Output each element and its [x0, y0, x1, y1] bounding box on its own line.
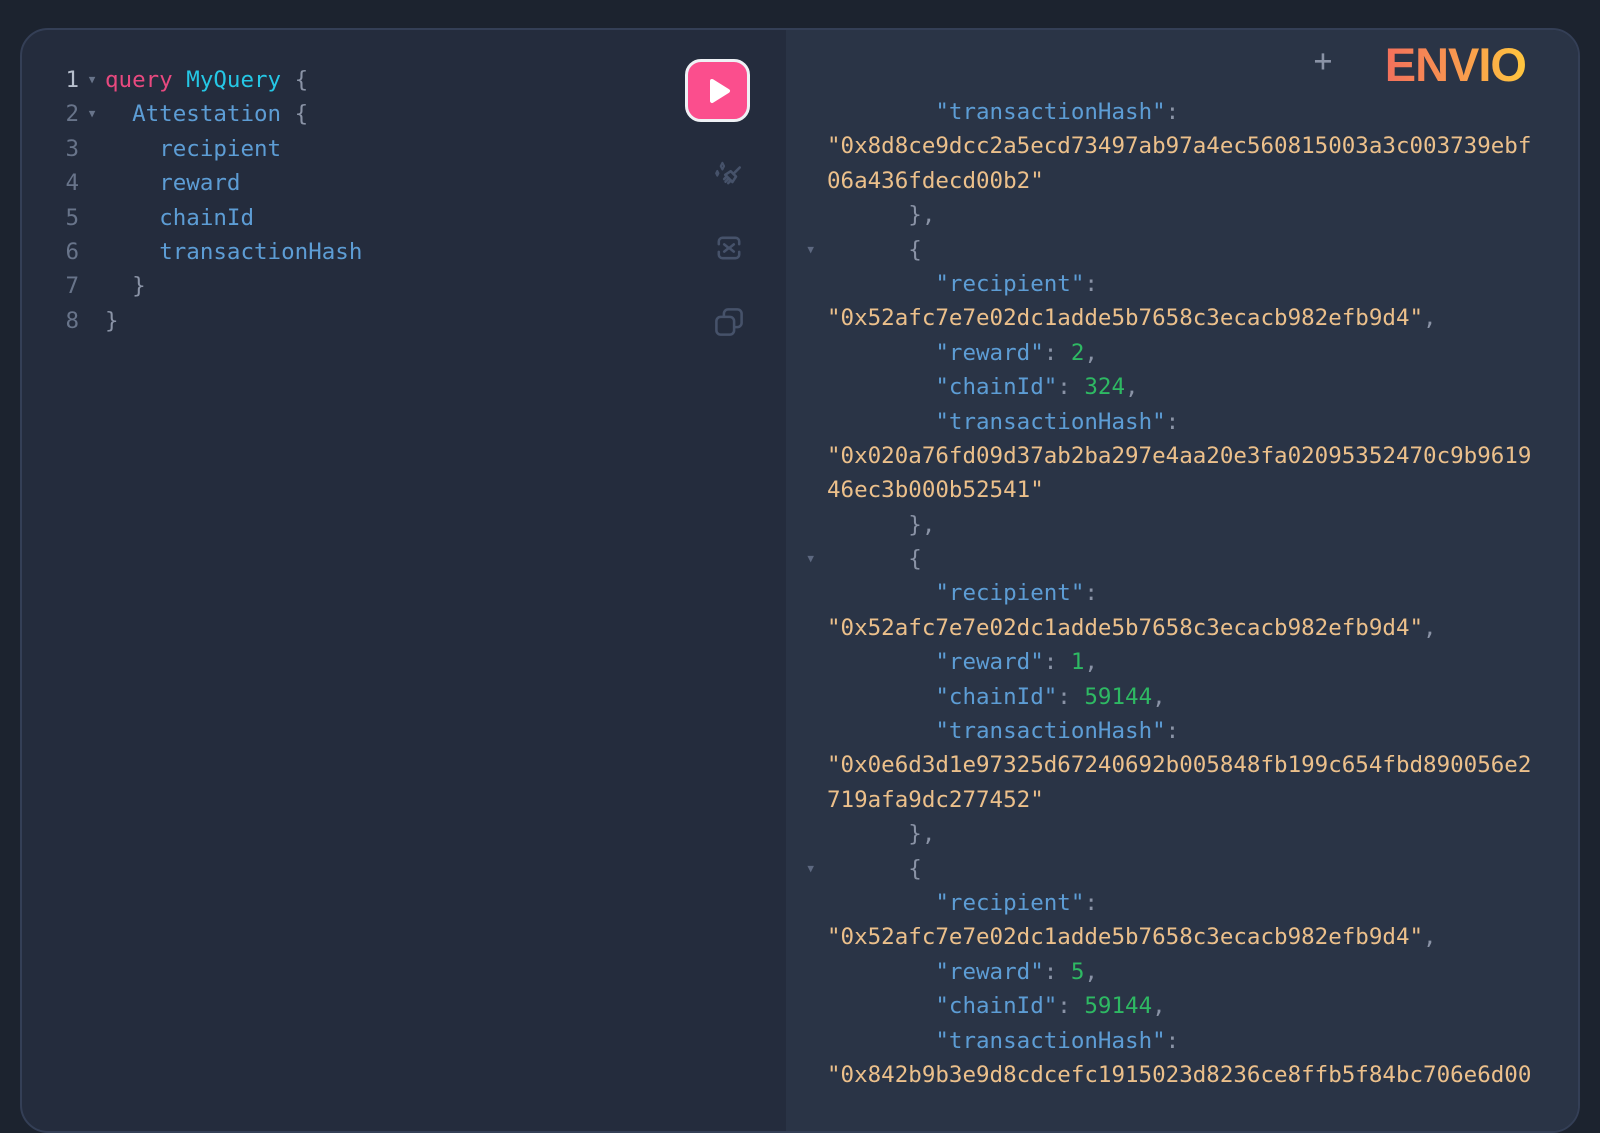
fold-caret-placeholder	[786, 1058, 827, 1092]
response-json-line: "recipient":	[786, 267, 1580, 301]
fold-caret-placeholder	[786, 301, 827, 335]
fold-caret-placeholder	[786, 748, 827, 782]
response-json-line: 06a436fdecd00b2"	[786, 164, 1580, 198]
response-json-line: "0x842b9b3e9d8cdcefc1915023d8236ce8ffb5f…	[786, 1058, 1580, 1092]
response-json: "transactionHash":"0x8d8ce9dcc2a5ecd7349…	[786, 30, 1580, 1092]
fold-caret-placeholder	[786, 336, 827, 370]
query-code-line: 1▼query MyQuery {	[22, 63, 786, 97]
line-number: 6	[22, 235, 79, 269]
fold-caret-down-icon[interactable]: ▼	[79, 97, 105, 131]
line-number: 4	[22, 166, 79, 200]
fold-caret-placeholder	[786, 198, 827, 232]
query-code-line: 3 recipient	[22, 132, 786, 166]
graphiql-playground: 1▼query MyQuery {2▼ Attestation {3 recip…	[20, 28, 1580, 1133]
response-json-line: "0x52afc7e7e02dc1adde5b7658c3ecacb982efb…	[786, 611, 1580, 645]
copy-query-button[interactable]	[707, 300, 751, 344]
response-json-line: "chainId": 324,	[786, 370, 1580, 404]
fold-caret-down-icon[interactable]: ▼	[786, 233, 827, 267]
response-json-line: 46ec3b000b52541"	[786, 473, 1580, 507]
merge-fragments-icon	[711, 230, 747, 266]
fold-caret-placeholder	[786, 783, 827, 817]
fold-caret-placeholder	[786, 473, 827, 507]
fold-caret-placeholder	[786, 129, 827, 163]
response-json-line: "0x52afc7e7e02dc1adde5b7658c3ecacb982efb…	[786, 920, 1580, 954]
envio-logo: ENVIO	[1385, 37, 1526, 92]
fold-caret-placeholder	[79, 166, 105, 200]
fold-caret-placeholder	[786, 817, 827, 851]
fold-caret-placeholder	[786, 714, 827, 748]
fold-caret-placeholder	[786, 886, 827, 920]
prettify-query-button[interactable]	[707, 154, 751, 198]
fold-caret-placeholder	[786, 439, 827, 473]
query-editor-pane[interactable]: 1▼query MyQuery {2▼ Attestation {3 recip…	[22, 30, 786, 1131]
fold-caret-placeholder	[786, 989, 827, 1023]
merge-fragments-button[interactable]	[707, 226, 751, 270]
fold-caret-placeholder	[79, 304, 105, 338]
fold-caret-placeholder	[79, 269, 105, 303]
fold-caret-placeholder	[79, 201, 105, 235]
prettify-sparkle-broom-icon	[711, 158, 747, 194]
fold-caret-placeholder	[786, 370, 827, 404]
response-json-line: "0x0e6d3d1e97325d67240692b005848fb199c65…	[786, 748, 1580, 782]
query-code-line: 7 }	[22, 269, 786, 303]
fold-caret-down-icon[interactable]: ▼	[786, 542, 827, 576]
response-json-line: ▼ {	[786, 542, 1580, 576]
fold-caret-placeholder	[786, 1024, 827, 1058]
response-json-line: 719afa9dc277452"	[786, 783, 1580, 817]
response-json-line: "recipient":	[786, 576, 1580, 610]
execute-query-button[interactable]	[685, 59, 750, 122]
response-json-line: "transactionHash":	[786, 405, 1580, 439]
fold-caret-placeholder	[786, 645, 827, 679]
response-json-line: "0x52afc7e7e02dc1adde5b7658c3ecacb982efb…	[786, 301, 1580, 335]
response-json-line: },	[786, 508, 1580, 542]
response-json-line: "reward": 1,	[786, 645, 1580, 679]
fold-caret-placeholder	[786, 576, 827, 610]
fold-caret-placeholder	[786, 680, 827, 714]
response-pane: "transactionHash":"0x8d8ce9dcc2a5ecd7349…	[786, 30, 1580, 1131]
response-json-line: "transactionHash":	[786, 95, 1580, 129]
add-tab-button[interactable]: +	[1306, 44, 1340, 78]
fold-caret-placeholder	[786, 267, 827, 301]
response-json-line: "transactionHash":	[786, 1024, 1580, 1058]
fold-caret-placeholder	[786, 955, 827, 989]
response-json-line: },	[786, 198, 1580, 232]
fold-caret-placeholder	[786, 95, 827, 129]
fold-caret-placeholder	[786, 920, 827, 954]
response-json-line: "reward": 2,	[786, 336, 1580, 370]
fold-caret-placeholder	[786, 164, 827, 198]
response-json-line: ▼ {	[786, 852, 1580, 886]
response-json-line: "transactionHash":	[786, 714, 1580, 748]
copy-icon	[711, 304, 747, 340]
fold-caret-placeholder	[786, 508, 827, 542]
plus-icon: +	[1314, 43, 1333, 79]
line-number: 3	[22, 132, 79, 166]
fold-caret-down-icon[interactable]: ▼	[786, 852, 827, 886]
play-icon	[703, 76, 733, 106]
line-number: 7	[22, 269, 79, 303]
query-code-line: 4 reward	[22, 166, 786, 200]
query-editor-code[interactable]: 1▼query MyQuery {2▼ Attestation {3 recip…	[22, 30, 786, 338]
line-number: 1	[22, 63, 79, 97]
line-number: 2	[22, 97, 79, 131]
response-json-line: "0x8d8ce9dcc2a5ecd73497ab97a4ec560815003…	[786, 129, 1580, 163]
query-code-line: 6 transactionHash	[22, 235, 786, 269]
fold-caret-placeholder	[786, 611, 827, 645]
query-code-line: 5 chainId	[22, 201, 786, 235]
response-json-line: },	[786, 817, 1580, 851]
response-json-line: "chainId": 59144,	[786, 989, 1580, 1023]
line-number: 8	[22, 304, 79, 338]
response-json-line: "0x020a76fd09d37ab2ba297e4aa20e3fa020953…	[786, 439, 1580, 473]
query-code-line: 8}	[22, 304, 786, 338]
fold-caret-placeholder	[79, 235, 105, 269]
line-number: 5	[22, 201, 79, 235]
response-json-line: "recipient":	[786, 886, 1580, 920]
response-json-line: "chainId": 59144,	[786, 680, 1580, 714]
response-json-line: "reward": 5,	[786, 955, 1580, 989]
fold-caret-down-icon[interactable]: ▼	[79, 63, 105, 97]
query-code-line: 2▼ Attestation {	[22, 97, 786, 131]
fold-caret-placeholder	[786, 405, 827, 439]
response-json-line: ▼ {	[786, 233, 1580, 267]
fold-caret-placeholder	[79, 132, 105, 166]
